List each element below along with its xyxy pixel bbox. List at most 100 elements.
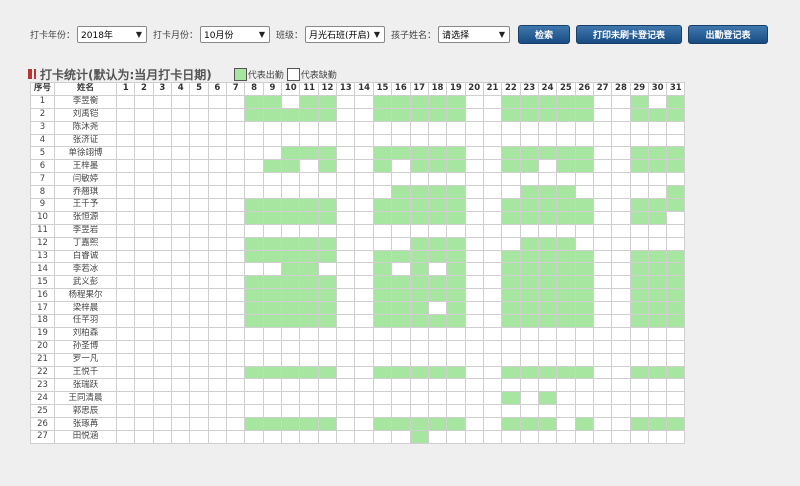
day-header-24: 24 [537,82,558,96]
attendance-cell-present [574,314,594,328]
attendance-cell-absent [244,352,264,367]
chevron-down-icon: ▼ [373,29,381,39]
row-index: 26 [30,417,55,432]
attendance-cell-absent [171,210,191,225]
attendance-cell-present [317,94,338,109]
attendance-cell-absent [189,314,209,328]
attendance-cell-absent [354,223,374,238]
attendance-cell-absent [354,172,374,187]
attendance-cell-absent [171,326,191,341]
attendance-cell-present [519,107,539,122]
attendance-cell-present [409,107,429,122]
attendance-cell-present [409,210,429,225]
day-header-7: 7 [226,82,246,96]
attendance-cell-absent [336,339,356,354]
attendance-cell-present [629,146,649,161]
table-row: 9 王千予 [30,198,686,212]
attendance-cell-absent [537,352,558,367]
attendance-cell-present [537,275,558,290]
row-index: 18 [30,314,55,328]
attendance-cell-present [281,365,301,380]
attendance-cell-absent [592,223,613,238]
attendance-cell-absent [207,223,228,238]
attendance-cell-absent [611,288,631,303]
attendance-cell-present [647,417,668,432]
attendance-cell-absent [226,159,246,174]
attendance-cell-absent [115,120,136,135]
attendance-cell-absent [152,210,173,225]
attendance-cell-absent [501,236,521,251]
attendance-cell-absent [611,301,631,316]
attendance-cell-present [262,365,283,380]
attendance-cell-absent [189,146,209,161]
attendance-cell-absent [189,249,209,264]
attendance-cell-absent [152,172,173,187]
attendance-cell-absent [464,430,484,444]
attendance-cell-absent [482,301,503,316]
attendance-cell-absent [611,430,631,444]
attendance-cell-absent [391,339,411,354]
attendance-cell-absent [647,236,668,251]
attendance-cell-absent [189,133,209,148]
attendance-cell-absent [336,172,356,187]
attendance-cell-absent [501,185,521,200]
attendance-cell-present [501,210,521,225]
attendance-cell-absent [317,404,338,419]
attendance-cell-present [666,262,686,277]
attendance-cell-present [574,275,594,290]
attendance-cell-absent [317,326,338,341]
attendance-cell-absent [336,404,356,419]
attendance-cell-absent [391,352,411,367]
search-button[interactable]: 检索 [518,24,571,44]
day-header-12: 12 [317,82,338,96]
attendance-cell-absent [152,314,173,328]
attendance-cell-absent [666,223,686,238]
attendance-register-button[interactable]: 出勤登记表 [688,24,769,44]
attendance-cell-absent [409,133,429,148]
attendance-cell-present [537,249,558,264]
attendance-cell-absent [226,223,246,238]
attendance-cell-absent [281,223,301,238]
row-index: 20 [30,339,55,354]
attendance-cell-absent [391,430,411,444]
print-missing-card-button[interactable]: 打印未刷卡登记表 [576,24,683,44]
attendance-cell-present [629,417,649,432]
attendance-cell-present [446,107,466,122]
attendance-cell-absent [427,404,448,419]
child-select[interactable]: 请选择 ▼ [438,25,511,43]
attendance-cell-absent [446,326,466,341]
attendance-cell-absent [115,172,136,187]
table-row: 11 李昱岩 [30,223,686,238]
attendance-cell-present [574,262,594,277]
attendance-cell-present [556,236,576,251]
attendance-cell-absent [537,172,558,187]
attendance-cell-absent [611,314,631,328]
attendance-cell-absent [244,172,264,187]
attendance-cell-present [666,159,686,174]
attendance-cell-absent [171,288,191,303]
day-header-2: 2 [134,82,154,96]
child-name: 任芊羽 [54,314,117,328]
attendance-cell-absent [152,430,173,444]
attendance-cell-absent [556,120,576,135]
row-index: 11 [30,223,55,238]
attendance-cell-absent [427,326,448,341]
attendance-cell-present [501,288,521,303]
attendance-cell-absent [372,391,393,406]
attendance-cell-absent [134,107,154,122]
attendance-cell-present [244,198,264,212]
year-select[interactable]: 2018年 ▼ [77,25,148,43]
attendance-cell-present [574,159,594,174]
class-select[interactable]: 月光石班(开启) ▼ [305,25,386,43]
attendance-cell-absent [482,159,503,174]
attendance-cell-absent [226,326,246,341]
row-index: 15 [30,275,55,290]
attendance-cell-absent [666,236,686,251]
attendance-cell-present [427,210,448,225]
attendance-cell-absent [171,430,191,444]
attendance-cell-absent [354,236,374,251]
attendance-cell-present [409,288,429,303]
attendance-cell-absent [189,391,209,406]
attendance-cell-absent [482,391,503,406]
month-select[interactable]: 10月份 ▼ [200,25,271,43]
